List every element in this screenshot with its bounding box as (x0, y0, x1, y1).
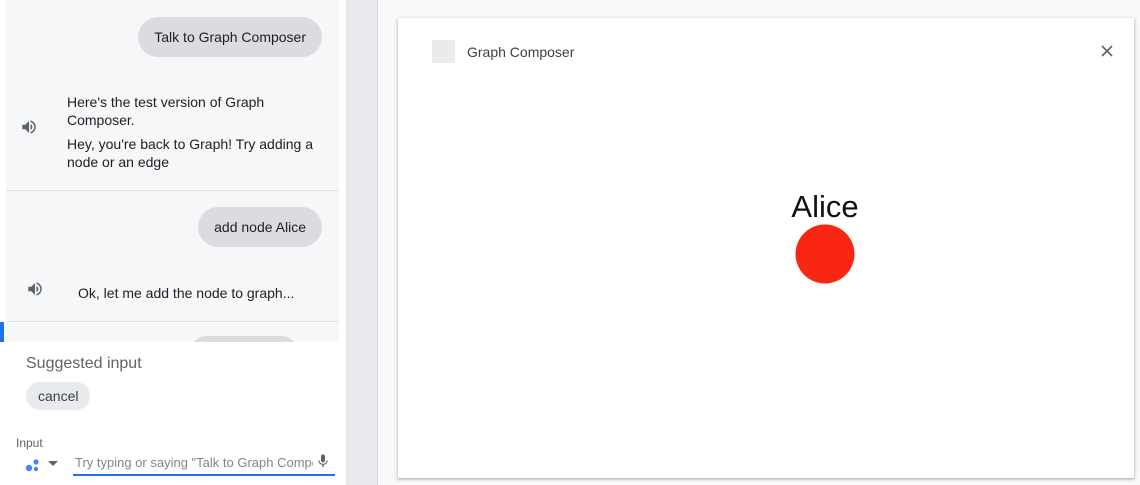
user-message: add node Alice (198, 207, 322, 247)
focus-indicator (0, 322, 4, 342)
input-mode-dropdown-icon[interactable] (48, 461, 58, 466)
assistant-icon[interactable] (25, 457, 43, 473)
app-logo (432, 40, 455, 63)
node-label-alice: Alice (791, 189, 858, 224)
app-card: Graph Composer Alice (398, 18, 1134, 478)
chat-history[interactable]: Talk to Graph Composer Here's the test v… (6, 0, 339, 342)
display-panel: Graph Composer Alice (378, 0, 1140, 485)
suggestion-area: Suggested input cancel Input (0, 342, 346, 485)
graph-node-alice[interactable] (795, 224, 855, 284)
agent-message-line: Here's the test version of Graph (67, 94, 265, 110)
suggestion-chip-cancel[interactable]: cancel (26, 382, 91, 410)
speaker-icon[interactable] (20, 118, 38, 136)
query-input[interactable] (73, 450, 335, 476)
panel-gutter (346, 0, 378, 485)
suggested-input-title: Suggested input (26, 355, 142, 372)
app-title: Graph Composer (467, 44, 575, 60)
microphone-icon[interactable] (315, 451, 331, 471)
user-message: Talk to Graph Composer (138, 17, 322, 57)
graph-canvas[interactable]: Alice (398, 88, 1134, 478)
agent-message-line: Hey, you're back to Graph! Try adding a (67, 136, 313, 152)
agent-message-line: Composer. (67, 112, 135, 128)
close-icon[interactable] (1100, 44, 1114, 58)
conversation-panel: Talk to Graph Composer Here's the test v… (0, 0, 346, 485)
message-divider (6, 321, 339, 322)
agent-message-line: node or an edge (67, 154, 169, 170)
message-divider (6, 190, 339, 191)
input-label: Input (16, 436, 43, 450)
speaker-icon[interactable] (26, 280, 44, 298)
agent-message-line: Ok, let me add the node to graph... (78, 285, 295, 301)
